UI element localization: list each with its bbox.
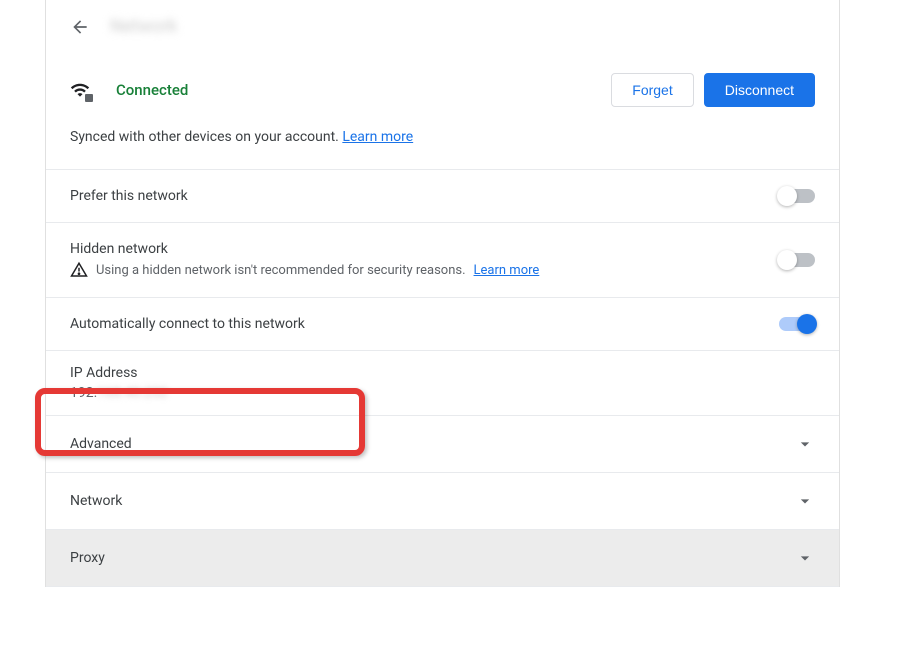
sync-text: Synced with other devices on your accoun… — [70, 129, 342, 145]
lock-badge-icon — [85, 94, 93, 102]
network-row[interactable]: Network — [46, 473, 839, 530]
ip-address-section: IP Address 192.168.40.232 — [46, 351, 839, 416]
forget-button[interactable]: Forget — [611, 73, 693, 107]
advanced-row[interactable]: Advanced — [46, 416, 839, 473]
status-row: Connected Forget Disconnect — [46, 45, 839, 119]
connection-status: Connected — [116, 81, 601, 99]
hidden-network-label: Hidden network — [70, 241, 779, 257]
proxy-row[interactable]: Proxy — [46, 530, 839, 587]
chevron-down-icon — [795, 434, 815, 454]
advanced-label: Advanced — [70, 436, 795, 452]
prefer-network-toggle[interactable] — [779, 189, 815, 203]
chevron-down-icon — [795, 491, 815, 511]
hidden-network-toggle[interactable] — [779, 253, 815, 267]
network-name: Network — [110, 16, 177, 37]
auto-connect-row: Automatically connect to this network — [46, 298, 839, 351]
auto-connect-toggle[interactable] — [779, 317, 815, 331]
hidden-network-row: Hidden network Using a hidden network is… — [46, 223, 839, 298]
hidden-network-warning: Using a hidden network isn't recommended… — [96, 263, 466, 278]
ip-address-value: 192.168.40.232 — [70, 385, 815, 401]
network-settings-panel: Network Connected Forget Disconnect Sync… — [45, 0, 840, 587]
disconnect-button[interactable]: Disconnect — [704, 73, 815, 107]
prefer-network-label: Prefer this network — [70, 188, 779, 204]
prefer-network-row: Prefer this network — [46, 170, 839, 223]
hidden-learn-more-link[interactable]: Learn more — [474, 263, 540, 278]
back-arrow-icon[interactable] — [70, 17, 90, 37]
chevron-down-icon — [795, 548, 815, 568]
sync-info: Synced with other devices on your accoun… — [46, 119, 839, 170]
auto-connect-label: Automatically connect to this network — [70, 316, 779, 332]
ip-address-label: IP Address — [70, 365, 815, 381]
proxy-label: Proxy — [70, 550, 795, 566]
network-label: Network — [70, 493, 795, 509]
sync-learn-more-link[interactable]: Learn more — [342, 129, 413, 145]
header-row: Network — [46, 0, 839, 45]
wifi-secure-icon — [70, 80, 90, 100]
warning-triangle-icon — [70, 261, 88, 279]
